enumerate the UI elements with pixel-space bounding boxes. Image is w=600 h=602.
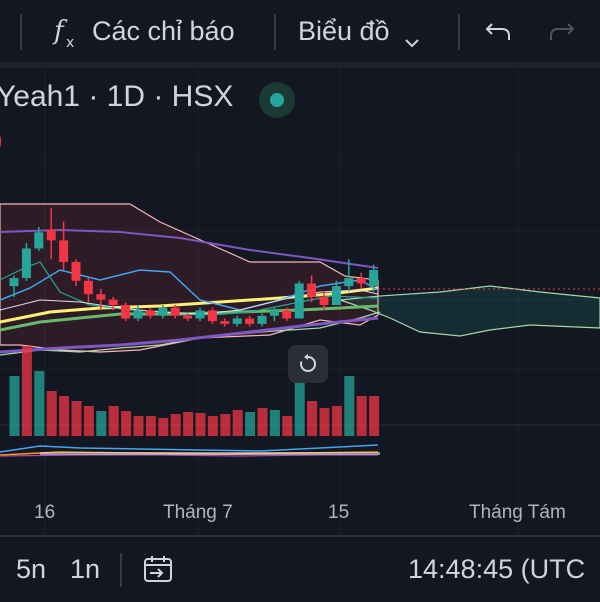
candle-body	[369, 270, 379, 287]
candle-body	[232, 318, 242, 324]
clock-timezone-button[interactable]: 14:48:45 (UTC	[408, 537, 585, 602]
chevron-down-icon	[404, 25, 420, 48]
candle-body	[331, 286, 341, 305]
volume-bar	[21, 346, 32, 436]
candle-body	[307, 283, 317, 297]
volume-bar	[71, 401, 82, 436]
candle-body	[170, 307, 180, 316]
chart-pane[interactable]: Yeah1 · 1D · HSX ) 16 Tháng 7 15 Tháng T…	[0, 68, 600, 535]
volume-bar	[170, 414, 181, 436]
oscillator-line-1	[0, 444, 379, 453]
volume-bar	[133, 416, 144, 436]
candle-body	[344, 278, 354, 287]
volume-bar	[319, 408, 330, 436]
candle-body	[83, 280, 93, 295]
candle-body	[121, 305, 131, 319]
volume-bar	[307, 401, 318, 436]
candle-body	[108, 299, 118, 305]
volume-bar	[46, 391, 57, 436]
indicators-button[interactable]: f x Các chỉ báo	[52, 0, 235, 62]
top-toolbar: f x Các chỉ báo Biểu đồ	[0, 0, 600, 62]
svg-text:x: x	[66, 35, 74, 51]
volume-bar	[145, 416, 156, 436]
candle-body	[71, 261, 81, 281]
volume-bar	[207, 416, 218, 436]
volume-bar	[183, 412, 194, 436]
candle-body	[46, 229, 56, 241]
volume-bar	[232, 410, 243, 436]
candle-body	[96, 294, 106, 300]
chart-type-label: Biểu đồ	[298, 15, 390, 46]
indicators-label: Các chỉ báo	[92, 15, 235, 46]
undo-icon[interactable]	[484, 20, 512, 44]
volume-bar	[121, 411, 132, 436]
candle-body	[183, 315, 193, 319]
ichimoku-cloud	[339, 285, 600, 337]
candle-body	[220, 321, 230, 324]
toolbar-divider	[458, 14, 460, 50]
range-button-1n[interactable]: 1n	[70, 537, 100, 602]
volume-bar	[9, 376, 20, 436]
candle-body	[319, 296, 329, 305]
time-axis-label-16: 16	[34, 502, 56, 523]
candle-body	[294, 283, 304, 319]
status-dot	[270, 93, 284, 107]
volume-bar	[294, 381, 305, 436]
candle-body	[9, 278, 19, 287]
toolbar-divider	[20, 14, 22, 50]
legend-partial-paren: )	[0, 124, 3, 155]
volume-bar	[158, 418, 169, 436]
candle-body	[245, 318, 255, 324]
candle-body	[356, 278, 366, 284]
candle-body	[59, 240, 69, 262]
volume-bar	[108, 406, 119, 436]
date-range-calendar-icon[interactable]	[142, 554, 174, 584]
volume-bar	[344, 376, 355, 436]
candle-body	[269, 310, 279, 316]
volume-bar	[269, 410, 280, 436]
oscillator-baseline	[40, 452, 380, 455]
bollinger-band	[0, 203, 379, 353]
oscillator-line-3	[0, 454, 378, 457]
reset-icon	[297, 353, 319, 375]
volume-bar	[282, 416, 293, 436]
candle-body	[207, 310, 217, 322]
volume-bar	[245, 412, 256, 436]
fx-icon: f x	[52, 11, 84, 51]
toolbar-divider	[274, 14, 276, 50]
candle-body	[145, 310, 155, 316]
volume-bar	[220, 414, 231, 436]
candle-body	[21, 248, 31, 279]
reset-chart-button[interactable]	[288, 345, 328, 383]
candle-body	[282, 310, 292, 319]
volume-bar	[257, 408, 268, 436]
candle-body	[34, 232, 44, 249]
symbol-legend[interactable]: Yeah1 · 1D · HSX	[0, 80, 233, 114]
candle-body	[195, 310, 205, 319]
range-button-5n[interactable]: 5n	[16, 537, 46, 602]
market-status-indicator[interactable]	[259, 82, 295, 118]
candle-body	[158, 307, 168, 316]
time-axis-label-thang7: Tháng 7	[163, 502, 233, 523]
volume-bar	[59, 396, 70, 436]
bottom-divider	[120, 553, 122, 587]
bottom-toolbar: 5n 1n 14:48:45 (UTC	[0, 535, 600, 602]
volume-bar	[369, 396, 380, 436]
time-axis-label-thang-tam: Tháng Tám	[469, 502, 566, 523]
volume-bar	[331, 406, 342, 436]
chart-type-dropdown[interactable]: Biểu đồ	[298, 0, 420, 62]
volume-bar	[34, 371, 45, 436]
volume-bar	[83, 406, 94, 436]
price-chart[interactable]	[0, 68, 600, 535]
candle-body	[133, 310, 143, 319]
time-axis-label-15: 15	[328, 502, 350, 523]
volume-bar	[356, 396, 367, 436]
volume-bar	[96, 411, 107, 436]
volume-bar	[195, 413, 206, 436]
candle-body	[257, 315, 267, 324]
redo-icon[interactable]	[548, 20, 576, 44]
